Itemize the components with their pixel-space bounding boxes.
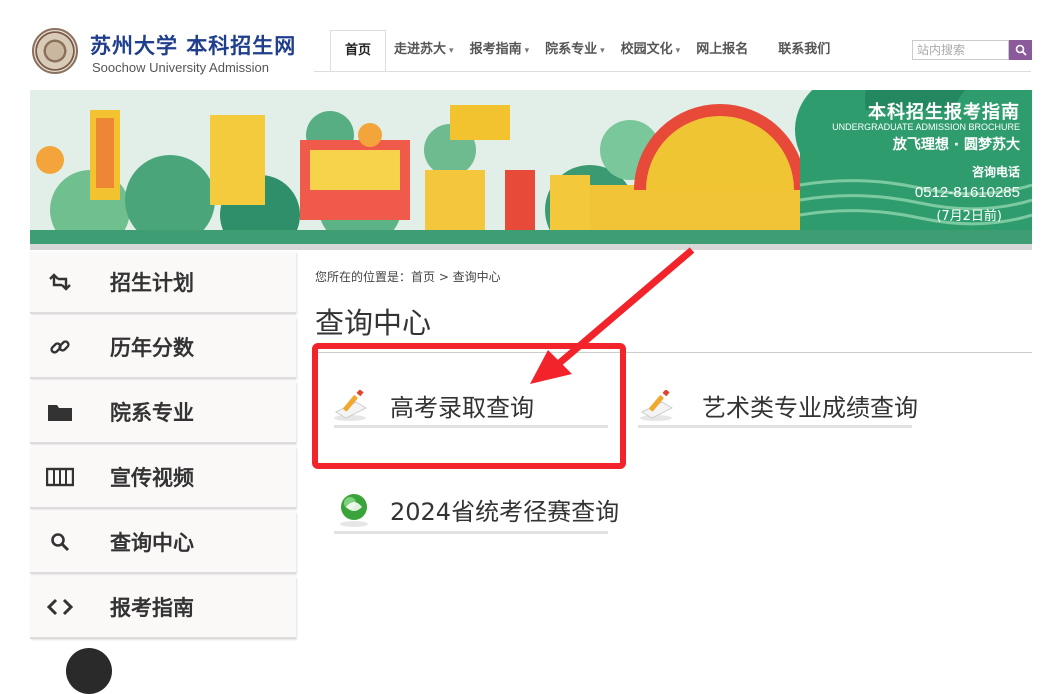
search-input[interactable] [912, 40, 1009, 60]
nav-online-registration[interactable]: 网上报名 [688, 30, 756, 72]
page-title: 查询中心 [315, 306, 432, 340]
caret-down-icon: ▾ [449, 46, 454, 56]
caret-down-icon: ▾ [675, 46, 681, 56]
sidebar-item-promo-videos[interactable]: 宣传视频 [30, 447, 296, 509]
breadcrumb: 您所在的位置是：首页 > 查询中心 [315, 270, 501, 284]
banner-phone: 0512-81610285 [914, 184, 1020, 201]
nav-departments[interactable]: 院系专业 ▾ [537, 30, 613, 72]
link-icon [30, 336, 90, 358]
sidebar-item-label: 院系专业 [110, 401, 194, 425]
red-highlight-box [312, 343, 626, 469]
banner-title: 本科招生报考指南 [868, 102, 1020, 123]
pencil-paper-icon [640, 389, 674, 421]
query-label: 艺术类专业成绩查询 [702, 394, 918, 422]
nav-campus-culture[interactable]: 校园文化 ▾ [613, 30, 689, 72]
nav-home[interactable]: 首页 [330, 30, 387, 72]
query-link-provincial-exam[interactable]: 2024省统考径赛查询 [338, 492, 619, 527]
site-search [912, 40, 1032, 60]
university-seal-logo[interactable] [32, 28, 78, 74]
sidebar-item-label: 宣传视频 [110, 466, 194, 490]
code-icon [30, 598, 90, 616]
logo-subtitle: Soochow University Admission [92, 60, 270, 75]
search-icon [1015, 44, 1027, 56]
sidebar-item-past-scores[interactable]: 历年分数 [30, 317, 296, 379]
sidebar-item-departments[interactable]: 院系专业 [30, 382, 296, 444]
sidebar-item-label: 查询中心 [110, 531, 194, 555]
chat-avatar[interactable] [66, 648, 112, 694]
nav-guide[interactable]: 报考指南 ▾ [462, 30, 538, 72]
sidebar-item-label: 报考指南 [110, 596, 194, 620]
film-icon [30, 467, 90, 487]
query-label: 2024省统考径赛查询 [390, 498, 620, 526]
sidebar-item-application-guide[interactable]: 报考指南 [30, 577, 296, 639]
banner-subtitle: UNDERGRADUATE ADMISSION BROCHURE [832, 122, 1020, 132]
nav-about[interactable]: 走进苏大 ▾ [386, 30, 462, 72]
sidebar-item-label: 历年分数 [110, 336, 194, 360]
nav-contact[interactable]: 联系我们 [770, 30, 838, 72]
main-nav: 首页 走进苏大 ▾ 报考指南 ▾ 院系专业 ▾ 校园文化 ▾ 网上报名 联系我们 [330, 30, 838, 72]
retweet-icon [30, 273, 90, 291]
query-link-art-major-scores[interactable]: 艺术类专业成绩查询 [640, 388, 918, 423]
query-underline [334, 531, 608, 534]
caret-down-icon: ▾ [600, 46, 605, 56]
query-underline [638, 425, 912, 428]
admission-banner[interactable]: 本科招生报考指南 UNDERGRADUATE ADMISSION BROCHUR… [30, 90, 1032, 250]
search-button[interactable] [1009, 40, 1032, 60]
green-globe-icon [340, 493, 368, 527]
banner-phone-label: 咨询电话 [971, 165, 1020, 179]
folder-icon [30, 402, 90, 422]
sidebar: 招生计划 历年分数 院系专业 宣传视频 查询中心 报考指南 [30, 252, 296, 642]
banner-bottom-bar [30, 244, 1032, 250]
sidebar-item-label: 招生计划 [110, 271, 194, 295]
banner-phone-note: (7月2日前) [936, 209, 1002, 224]
site-header: 苏州大学 本科招生网 Soochow University Admission … [0, 0, 1060, 88]
logo-title[interactable]: 苏州大学 本科招生网 [90, 30, 296, 60]
search-icon [30, 532, 90, 552]
caret-down-icon: ▾ [524, 46, 530, 56]
nav-divider [314, 71, 1031, 72]
sidebar-item-query-center[interactable]: 查询中心 [30, 512, 296, 574]
sidebar-item-admission-plan[interactable]: 招生计划 [30, 252, 296, 314]
banner-slogan: 放飞理想 · 圆梦苏大 [892, 137, 1020, 153]
